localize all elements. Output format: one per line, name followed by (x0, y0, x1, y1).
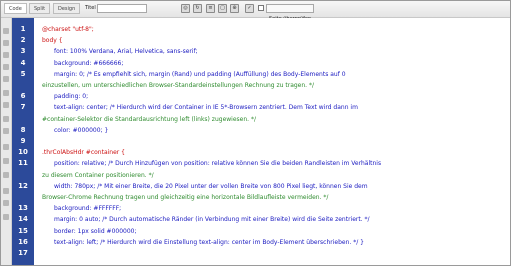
highlight-invalid-icon[interactable] (3, 102, 9, 108)
code-line: background: #FFFFFF; (54, 205, 122, 213)
line-number: 1 (20, 25, 26, 33)
line-number: 6 (20, 92, 26, 101)
code-line: text-align: center; /* Hierdurch wird de… (54, 104, 358, 112)
code-line: einzustellen, um unterschiedlichen Brows… (42, 82, 315, 89)
line-numbers-icon[interactable] (3, 90, 9, 96)
editor-window: Code Split Design Titel ◎ ↻ ≡ ▢ ⊕ ✓ Seit… (0, 0, 511, 266)
code-line: #container-Selektor die Standardausricht… (42, 115, 256, 123)
line-number: 9 (20, 137, 26, 145)
open-documents-icon[interactable] (3, 28, 9, 34)
line-number: 12 (18, 181, 28, 190)
preview-icon[interactable]: ▢ (218, 4, 227, 13)
outdent-icon[interactable] (3, 200, 9, 206)
line-number: 7 (20, 103, 26, 112)
title-label: Titel (85, 5, 96, 11)
zoom-icon[interactable]: ⊕ (230, 4, 239, 13)
document-toolbar: Code Split Design Titel ◎ ↻ ≡ ▢ ⊕ ✓ Seit… (1, 1, 510, 22)
line-number: 8 (20, 125, 26, 134)
format-source-icon[interactable] (3, 214, 9, 220)
line-number: 16 (18, 237, 28, 246)
check-page-button[interactable]: Seite überprüfen (266, 4, 315, 22)
indent-icon[interactable] (3, 188, 9, 194)
line-number: 11 (18, 159, 28, 168)
line-number: 13 (18, 204, 28, 213)
tab-split-label: Split (34, 6, 46, 12)
line-number-gutter: 1 2 3 4 5 6 7 8 9 10 11 12 13 14 15 16 17 (12, 18, 34, 265)
wrap-tag-icon[interactable] (3, 144, 9, 150)
select-parent-icon[interactable] (3, 64, 9, 70)
code-line: font: 100% Verdana, Arial, Helvetica, sa… (54, 48, 198, 56)
refresh-icon[interactable]: ↻ (193, 4, 202, 13)
line-number: 17 (18, 249, 28, 257)
code-line: body { (42, 37, 63, 45)
settings-icon[interactable]: ≡ (206, 4, 215, 13)
move-css-icon[interactable] (3, 172, 9, 178)
tab-design-label: Design (58, 6, 76, 12)
code-line: zu diesem Container positionieren. */ (42, 171, 154, 179)
code-line: width: 780px; /* Mit einer Breite, die 2… (54, 182, 368, 190)
tab-design[interactable]: Design (53, 3, 81, 14)
line-number: 14 (18, 215, 28, 224)
balance-braces-icon[interactable] (3, 76, 9, 82)
code-line: position: relative; /* Durch Hinzufügen … (54, 160, 382, 168)
code-line: @charset "utf-8"; (42, 26, 94, 33)
line-number: 15 (18, 226, 28, 235)
tab-code-label: Code (9, 6, 22, 12)
line-number: 10 (18, 148, 28, 157)
code-line: Browser-Chrome Rechnung tragen und gleic… (42, 194, 329, 201)
code-editor[interactable]: @charset "utf-8"; body { font: 100% Verdan… (34, 18, 510, 265)
line-number: 4 (20, 58, 26, 67)
expand-icon[interactable] (3, 52, 9, 58)
validate-icon[interactable]: ✓ (245, 4, 254, 13)
line-number: 3 (20, 47, 26, 56)
code-line: .thrColAbsHdr #container { (42, 149, 125, 157)
check-page-checkbox[interactable] (258, 5, 264, 11)
line-number: 2 (20, 36, 26, 45)
recent-snippets-icon[interactable] (3, 158, 9, 164)
code-line: border: 1px solid #000000; (54, 227, 137, 235)
tab-split[interactable]: Split (29, 3, 51, 14)
apply-comment-icon[interactable] (3, 116, 9, 122)
code-line: background: #666666; (54, 59, 124, 67)
code-line: margin: 0; /* Es empfiehlt sich, margin … (54, 70, 346, 78)
code-line: padding: 0; (54, 93, 89, 101)
code-line: margin: 0 auto; /* Durch automatische Rä… (54, 216, 370, 224)
code-line: text-align: left; /* Hierdurch wird die … (54, 238, 364, 246)
code-line: color: #000000; } (54, 126, 109, 134)
coding-toolbar (1, 18, 12, 265)
remove-comment-icon[interactable] (3, 128, 9, 134)
collapse-icon[interactable] (3, 40, 9, 46)
tab-code[interactable]: Code (4, 3, 27, 14)
title-input[interactable] (97, 4, 147, 13)
line-number: 5 (20, 69, 26, 78)
browser-icon[interactable]: ◎ (181, 4, 190, 13)
